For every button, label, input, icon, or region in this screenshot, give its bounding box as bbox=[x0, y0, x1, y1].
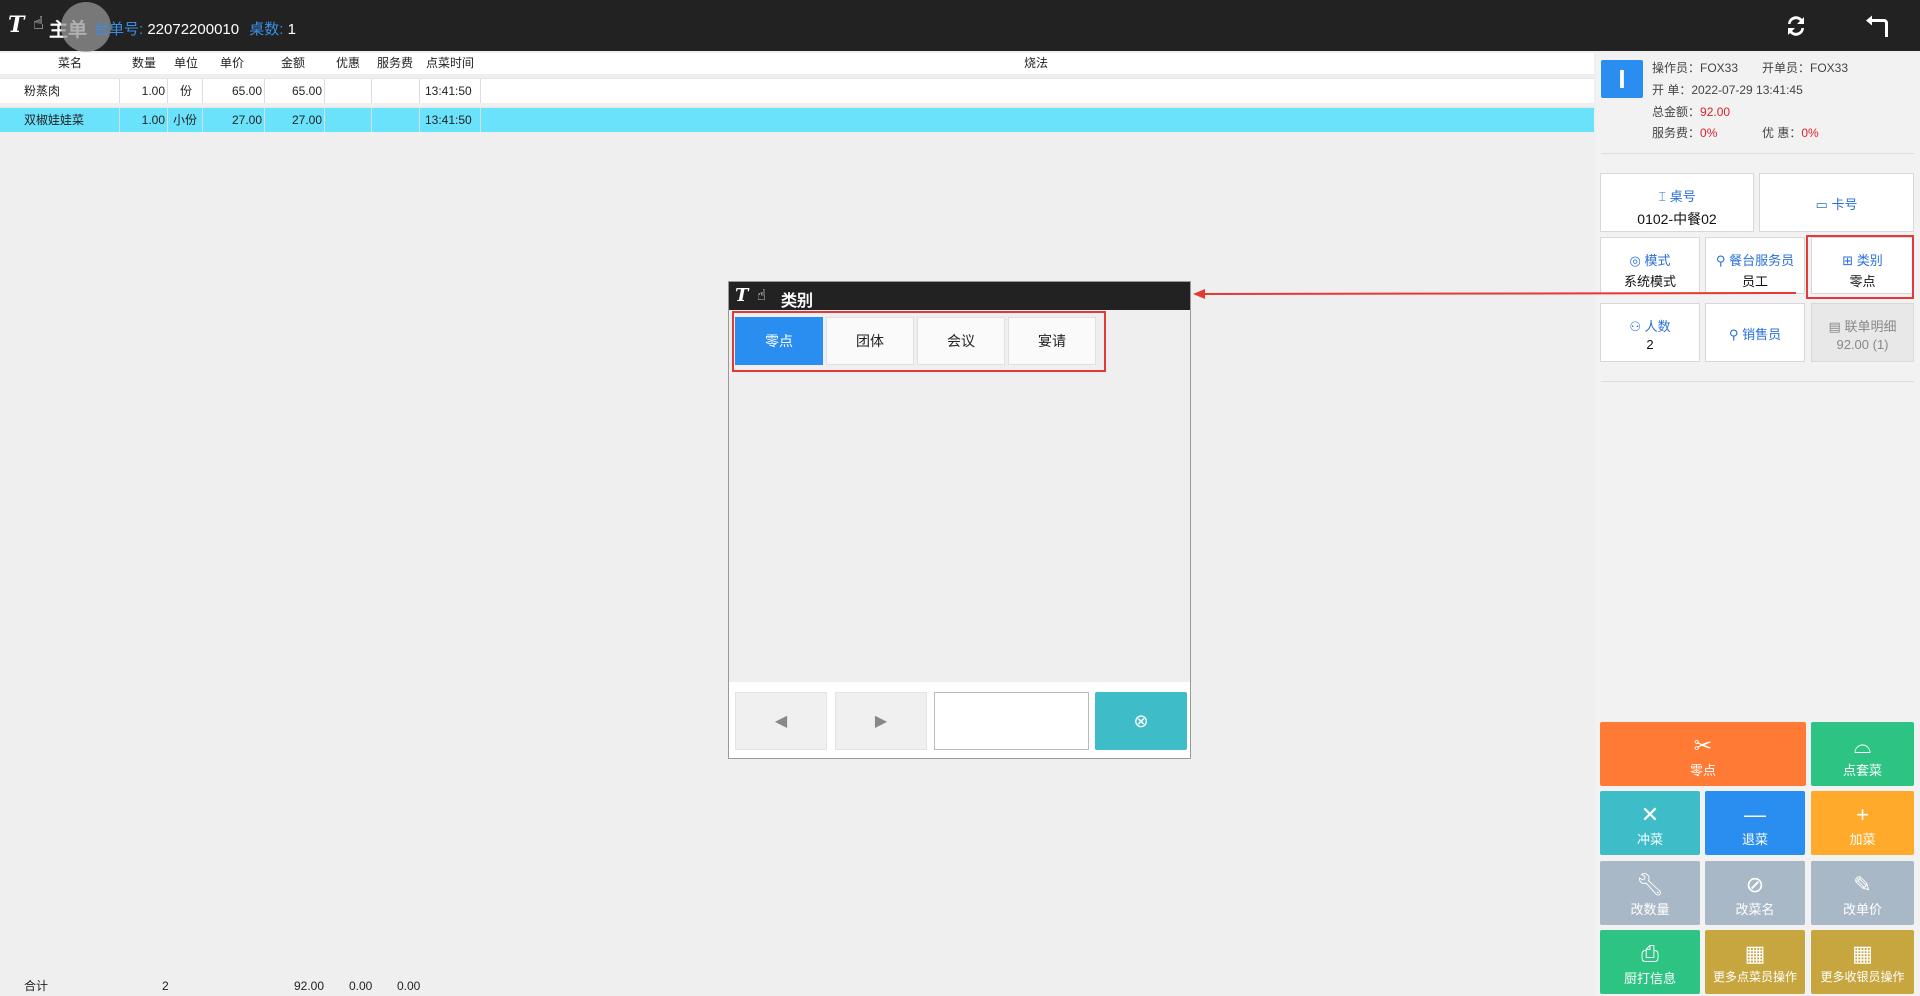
app-logo: T bbox=[735, 285, 749, 306]
caret-left-icon: ◀ bbox=[774, 713, 788, 730]
dialog-title: 类别 bbox=[781, 293, 814, 310]
caret-right-icon: ▶ bbox=[874, 713, 888, 730]
search-input[interactable] bbox=[934, 692, 1089, 750]
options-highlight-box bbox=[732, 311, 1106, 372]
clear-button[interactable]: ⊗ bbox=[1095, 692, 1187, 750]
next-page-button[interactable]: ▶ bbox=[835, 692, 927, 750]
hand-icon: ☝ bbox=[757, 287, 767, 304]
dialog-header: T ☝ 类别 bbox=[729, 282, 1190, 310]
prev-page-button[interactable]: ◀ bbox=[735, 692, 827, 750]
circle-x-icon: ⊗ bbox=[1133, 711, 1149, 731]
category-dialog: T ☝ 类别 零点 团体 会议 宴请 ◀ ▶ ⊗ bbox=[728, 281, 1191, 759]
dialog-footer: ◀ ▶ ⊗ bbox=[729, 682, 1190, 758]
